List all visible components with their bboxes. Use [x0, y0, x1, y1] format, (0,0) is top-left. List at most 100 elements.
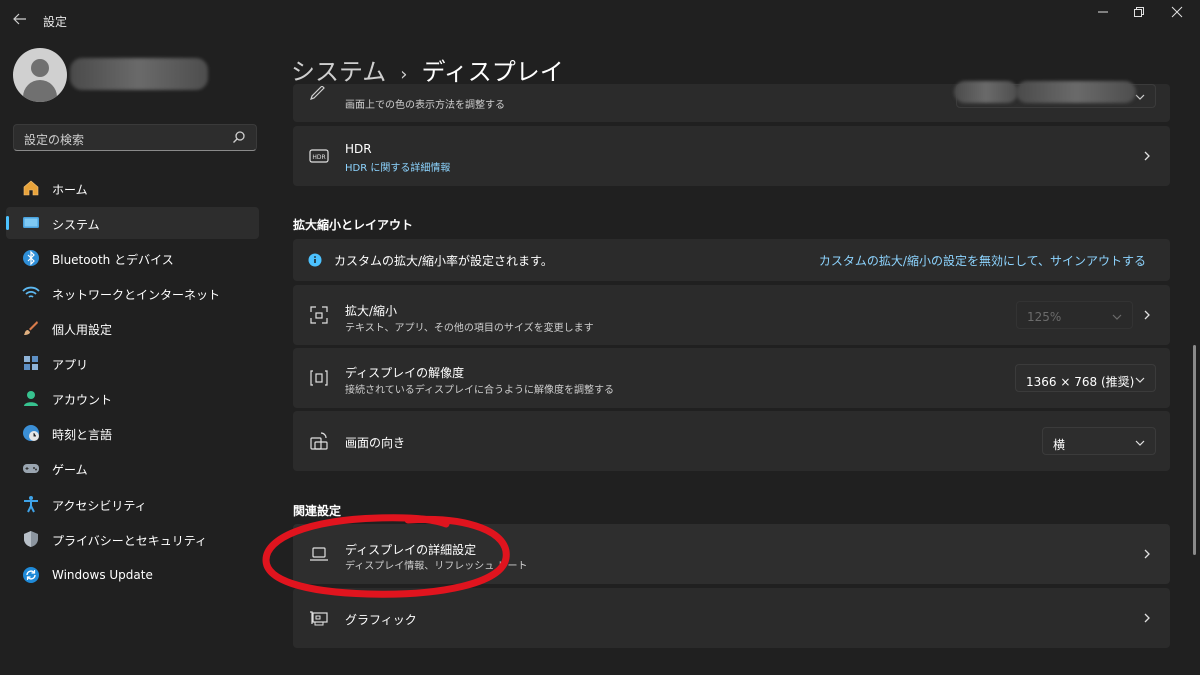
restore-icon — [1134, 7, 1144, 17]
resolution-subtitle: 接続されているディスプレイに合うように解像度を調整する — [345, 385, 614, 396]
sidebar-item-wifi[interactable]: ネットワークとインターネット — [6, 277, 259, 309]
sidebar-item-label: ホーム — [52, 183, 88, 197]
sidebar-item-system[interactable]: システム — [6, 207, 259, 239]
resolution-title: ディスプレイの解像度 — [345, 366, 465, 380]
chevron-right-icon — [1144, 310, 1150, 320]
sidebar-item-account[interactable]: アカウント — [6, 382, 259, 414]
scale-subtitle: テキスト、アプリ、その他の項目のサイズを変更します — [345, 323, 594, 334]
scale-info-bar: カスタムの拡大/縮小率が設定されます。 カスタムの拡大/縮小の設定を無効にして、… — [293, 239, 1170, 281]
hdr-icon: HDR — [309, 149, 329, 163]
advanced-display-title: ディスプレイの詳細設定 — [345, 543, 477, 557]
sidebar-item-label: アクセシビリティ — [52, 499, 147, 513]
globe-clock-icon — [22, 424, 40, 442]
sidebar-item-label: プライバシーとセキュリティ — [52, 534, 208, 548]
sidebar-item-label: ゲーム — [52, 463, 88, 477]
scrollbar[interactable] — [1193, 345, 1196, 555]
resolution-icon — [310, 370, 328, 386]
orientation-title: 画面の向き — [345, 436, 406, 450]
sidebar-item-label: ネットワークとインターネット — [52, 288, 221, 302]
laptop-icon — [310, 547, 328, 561]
search-placeholder: 設定の検索 — [24, 133, 85, 147]
arrow-left-icon — [13, 13, 26, 25]
redacted-username — [70, 58, 208, 90]
chevron-right-icon — [1144, 613, 1150, 623]
sidebar-item-gamepad[interactable]: ゲーム — [6, 452, 259, 484]
title-bar: 設定 — [0, 0, 1200, 40]
selection-indicator — [6, 216, 9, 230]
avatar-head-icon — [31, 59, 49, 77]
avatar[interactable] — [13, 48, 67, 102]
advanced-display-card[interactable]: ディスプレイの詳細設定 ディスプレイ情報、リフレッシュ レート — [293, 524, 1170, 584]
sidebar-item-label: Windows Update — [52, 568, 153, 582]
close-icon — [1171, 6, 1183, 18]
redacted-value-2 — [1016, 81, 1136, 103]
scale-title: 拡大/縮小 — [345, 304, 398, 318]
minimize-icon — [1098, 11, 1108, 13]
back-button[interactable] — [8, 10, 32, 30]
color-card-subtitle: 画面上での色の表示方法を調整する — [345, 100, 505, 111]
hdr-link[interactable]: HDR に関する詳細情報 — [345, 159, 450, 174]
system-icon — [22, 214, 40, 232]
graphics-card[interactable]: グラフィック — [293, 588, 1170, 648]
disable-custom-scale-link[interactable]: カスタムの拡大/縮小の設定を無効にして、サインアウトする — [819, 252, 1146, 269]
resolution-card: ディスプレイの解像度 接続されているディスプレイに合うように解像度を調整する 1… — [293, 348, 1170, 408]
chevron-down-icon — [1135, 377, 1145, 383]
orientation-dropdown-value: 横 — [1053, 438, 1066, 452]
resolution-dropdown-value: 1366 × 768 (推奨) — [1026, 375, 1135, 389]
sidebar-item-bluetooth[interactable]: Bluetooth とデバイス — [6, 242, 259, 274]
pen-icon — [310, 86, 325, 100]
advanced-display-subtitle: ディスプレイ情報、リフレッシュ レート — [345, 561, 528, 572]
sidebar-item-accessibility[interactable]: アクセシビリティ — [6, 488, 259, 520]
sidebar-item-apps[interactable]: アプリ — [6, 347, 259, 379]
chevron-down-icon — [1135, 440, 1145, 446]
graphics-title: グラフィック — [345, 613, 417, 627]
bluetooth-icon — [22, 249, 40, 267]
scale-info-text: カスタムの拡大/縮小率が設定されます。 — [334, 254, 553, 268]
chevron-right-icon — [1144, 151, 1150, 161]
shield-icon — [22, 530, 40, 548]
orientation-card: 画面の向き 横 — [293, 411, 1170, 471]
svg-text:HDR: HDR — [312, 154, 325, 161]
section-title-scale: 拡大縮小とレイアウト — [293, 218, 414, 232]
scale-card[interactable]: 拡大/縮小 テキスト、アプリ、その他の項目のサイズを変更します 125% — [293, 285, 1170, 345]
sidebar-item-label: 個人用設定 — [52, 323, 113, 337]
section-title-related: 関連設定 — [293, 504, 342, 518]
search-input[interactable]: 設定の検索 — [13, 124, 257, 151]
gamepad-icon — [22, 459, 40, 477]
apps-icon — [22, 354, 40, 372]
hdr-title: HDR — [345, 142, 372, 156]
sidebar-item-label: システム — [52, 218, 100, 232]
search-icon — [233, 131, 245, 143]
app-title: 設定 — [43, 15, 68, 29]
close-button[interactable] — [1154, 0, 1200, 32]
account-icon — [22, 389, 40, 407]
sidebar-item-brush[interactable]: 個人用設定 — [6, 312, 259, 344]
avatar-body-icon — [23, 80, 57, 102]
hdr-card[interactable]: HDR HDR HDR に関する詳細情報 — [293, 126, 1170, 186]
resolution-dropdown[interactable]: 1366 × 768 (推奨) — [1015, 364, 1156, 392]
graphics-card-icon — [310, 611, 328, 626]
breadcrumb-separator: › — [400, 64, 408, 85]
sidebar-item-label: Bluetooth とデバイス — [52, 253, 174, 267]
breadcrumb: システム › ディスプレイ — [291, 52, 564, 87]
chevron-right-icon — [1144, 549, 1150, 559]
breadcrumb-parent[interactable]: システム — [291, 58, 386, 86]
scale-dropdown-value: 125% — [1027, 310, 1062, 324]
accessibility-icon — [22, 495, 40, 513]
chevron-down-icon — [1135, 94, 1145, 100]
sidebar-item-update[interactable]: Windows Update — [6, 559, 259, 591]
sidebar-item-globe-clock[interactable]: 時刻と言語 — [6, 417, 259, 449]
scale-dropdown[interactable]: 125% — [1016, 301, 1133, 329]
update-icon — [22, 566, 40, 584]
orientation-icon — [310, 432, 328, 450]
page-title: ディスプレイ — [421, 58, 564, 86]
sidebar-item-label: アカウント — [52, 393, 113, 407]
info-icon — [308, 253, 322, 267]
home-icon — [22, 179, 40, 197]
orientation-dropdown[interactable]: 横 — [1042, 427, 1156, 455]
sidebar-item-home[interactable]: ホーム — [6, 172, 259, 204]
brush-icon — [22, 319, 40, 337]
sidebar-item-shield[interactable]: プライバシーとセキュリティ — [6, 523, 259, 555]
chevron-down-icon — [1112, 314, 1122, 320]
wifi-icon — [22, 284, 40, 302]
